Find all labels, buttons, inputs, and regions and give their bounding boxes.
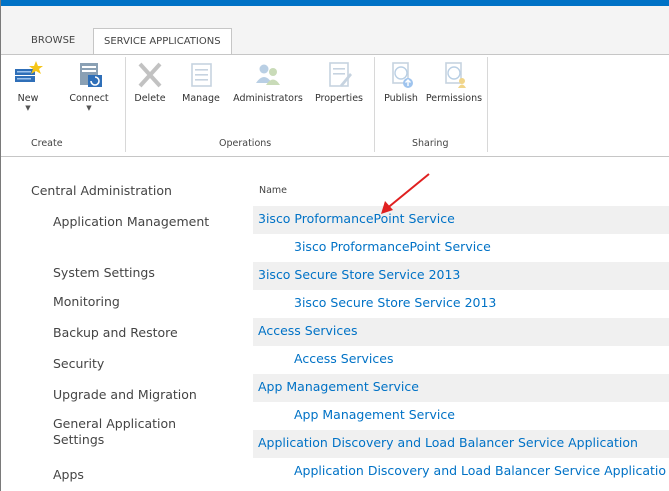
nav-item-backup-and-restore[interactable]: Backup and Restore	[53, 325, 223, 341]
nav-item-system-settings[interactable]: System Settings	[53, 265, 223, 281]
administrators-label: Administrators	[233, 93, 303, 104]
administrators-icon	[256, 64, 280, 85]
ribbon: New ▼ Connect ▼ Create Delete Manage Adm…	[1, 54, 669, 157]
permissions-icon	[445, 62, 466, 88]
service-app-link[interactable]: Access Services	[258, 323, 357, 338]
manage-label: Manage	[182, 93, 220, 104]
nav-item-upgrade-and-migration[interactable]: Upgrade and Migration	[53, 387, 223, 403]
list-item: Application Discovery and Load Balancer …	[253, 430, 669, 458]
list-item: 3isco Secure Store Service 2013	[253, 262, 669, 290]
annotation-arrow-icon	[381, 173, 430, 214]
list-item: Access Services	[253, 318, 669, 346]
new-button[interactable]: New ▼	[8, 59, 48, 112]
group-divider	[487, 57, 488, 152]
delete-icon	[138, 62, 162, 88]
group-label-sharing: Sharing	[412, 138, 449, 149]
new-label: New	[17, 93, 39, 104]
delete-label: Delete	[134, 93, 166, 104]
nav-item-monitoring[interactable]: Monitoring	[53, 294, 223, 310]
column-header-name[interactable]: Name	[259, 185, 287, 196]
list-item: 3isco ProformancePoint Service	[253, 206, 669, 234]
delete-button[interactable]: Delete	[129, 59, 171, 104]
chevron-down-icon: ▼	[86, 104, 92, 112]
chevron-down-icon: ▼	[25, 104, 31, 112]
group-label-operations: Operations	[219, 138, 272, 149]
nav-item-security[interactable]: Security	[53, 356, 223, 372]
new-service-icon	[15, 61, 43, 82]
list-item: Access Services	[253, 346, 669, 374]
list-item: App Management Service	[253, 374, 669, 402]
service-app-link[interactable]: App Management Service	[258, 379, 419, 394]
list-item: 3isco Secure Store Service 2013	[253, 290, 669, 318]
nav-item-application-management[interactable]: Application Management	[53, 214, 223, 230]
service-app-proxy-link[interactable]: 3isco Secure Store Service 2013	[294, 295, 496, 310]
list-item: App Management Service	[253, 402, 669, 430]
tab-browse[interactable]: BROWSE	[21, 28, 85, 54]
connect-icon	[80, 63, 102, 87]
service-app-proxy-link[interactable]: Access Services	[294, 351, 393, 366]
administrators-button[interactable]: Administrators	[227, 59, 309, 104]
manage-button[interactable]: Manage	[175, 59, 227, 104]
tab-service-applications[interactable]: SERVICE APPLICATIONS	[93, 28, 232, 56]
service-app-link[interactable]: Application Discovery and Load Balancer …	[258, 435, 638, 450]
permissions-button[interactable]: Permissions	[425, 59, 483, 104]
ribbon-tab-row: BROWSE SERVICE APPLICATIONS	[1, 6, 669, 56]
permissions-label: Permissions	[425, 93, 483, 104]
nav-item-central-administration[interactable]: Central Administration	[31, 183, 172, 199]
nav-item-apps[interactable]: Apps	[53, 467, 223, 483]
service-app-proxy-link[interactable]: App Management Service	[294, 407, 455, 422]
connect-button[interactable]: Connect ▼	[61, 59, 117, 112]
publish-label: Publish	[384, 93, 418, 104]
properties-icon	[329, 62, 352, 87]
properties-label: Properties	[314, 93, 363, 104]
publish-button[interactable]: Publish	[379, 59, 423, 104]
group-label-create: Create	[31, 138, 63, 149]
list-item: 3isco ProformancePoint Service	[253, 234, 669, 262]
service-app-proxy-link[interactable]: 3isco ProformancePoint Service	[294, 239, 491, 254]
nav-item-general-application-settings[interactable]: General Application Settings	[53, 416, 193, 448]
list-item: Application Discovery and Load Balancer …	[253, 458, 669, 486]
service-app-link[interactable]: 3isco Secure Store Service 2013	[258, 267, 460, 282]
service-app-proxy-link[interactable]: Application Discovery and Load Balancer …	[294, 463, 666, 478]
group-divider	[374, 57, 375, 152]
manage-icon	[191, 63, 212, 87]
publish-icon	[392, 62, 413, 88]
properties-button[interactable]: Properties	[309, 59, 369, 104]
connect-label: Connect	[69, 93, 109, 104]
group-divider	[125, 57, 126, 152]
